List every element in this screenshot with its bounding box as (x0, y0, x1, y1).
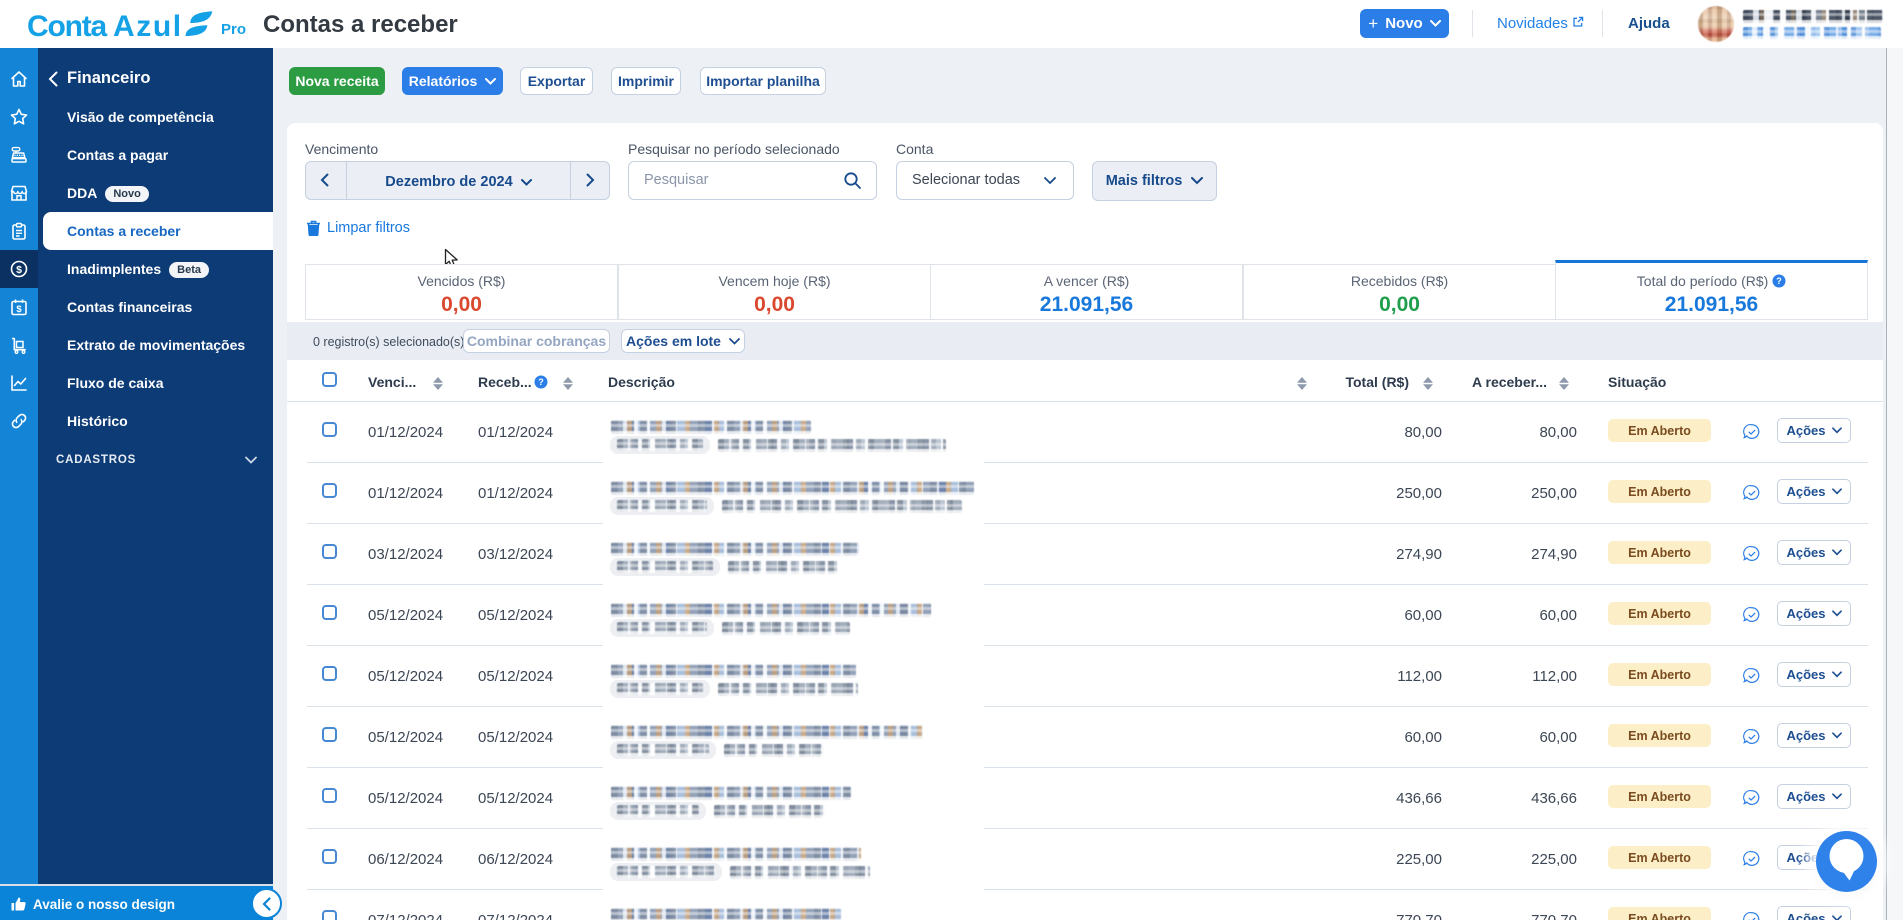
svg-text:$: $ (16, 264, 22, 276)
svg-text:?: ? (538, 377, 544, 387)
svg-text:?: ? (1776, 276, 1782, 286)
svg-text:$: $ (16, 304, 22, 315)
